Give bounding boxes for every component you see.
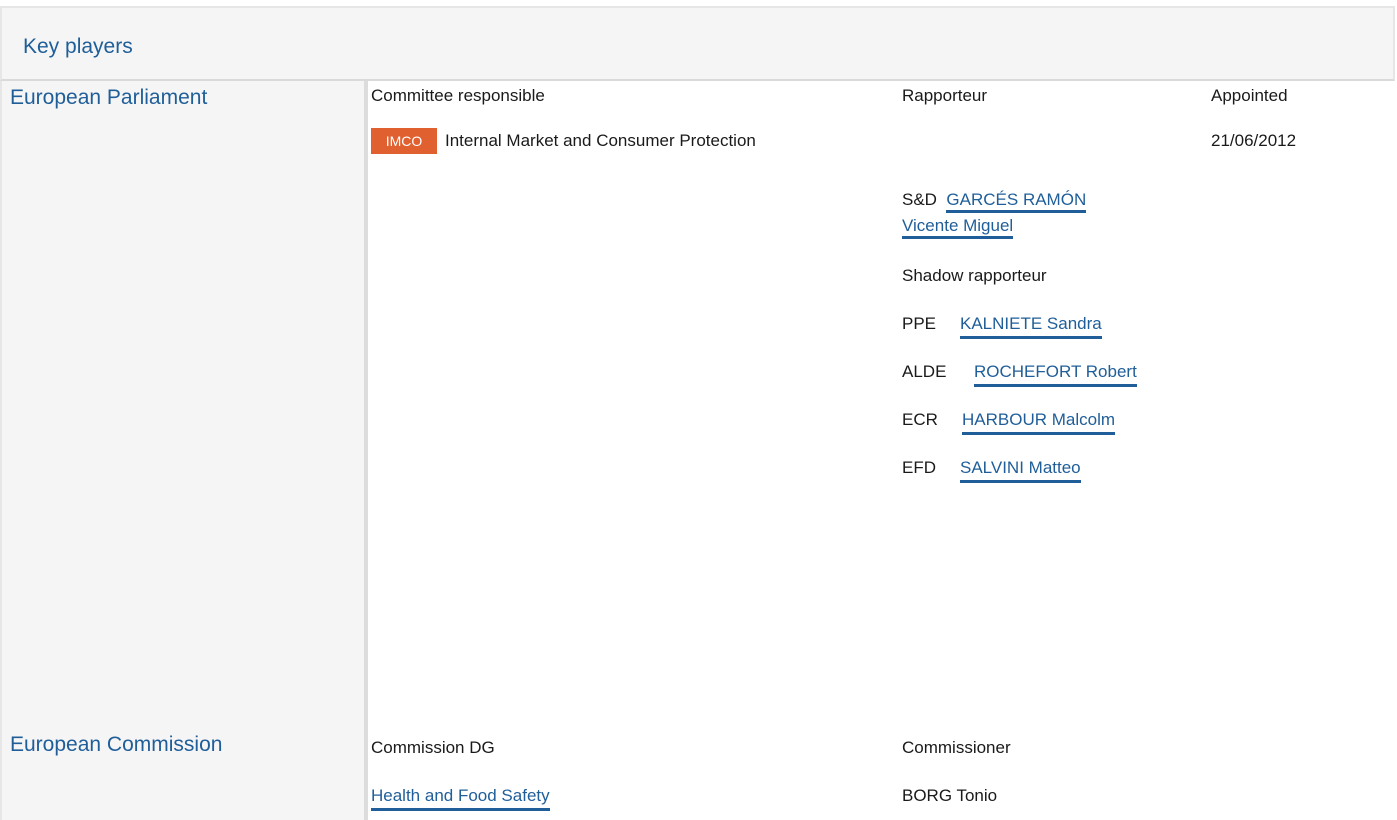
shadow-group-ppe: PPE bbox=[902, 314, 937, 333]
commissioner-header: Commissioner bbox=[902, 738, 1011, 757]
commissioner-name: BORG Tonio bbox=[902, 786, 998, 805]
rapporteur-name-link-line2[interactable]: Vicente Miguel bbox=[902, 216, 1014, 239]
committee-name: Internal Market and Consumer Protection bbox=[445, 131, 756, 150]
shadow-link-kalniete[interactable]: KALNIETE Sandra bbox=[960, 314, 1102, 339]
rapporteur-name-link[interactable]: GARCÉS RAMÓN bbox=[946, 190, 1087, 213]
rapporteur-group: S&D bbox=[902, 190, 937, 209]
commission-dg-header: Commission DG bbox=[371, 738, 495, 757]
shadow-group-alde: ALDE bbox=[902, 362, 947, 381]
european-commission-label: European Commission bbox=[10, 733, 223, 756]
shadow-link-salvini[interactable]: SALVINI Matteo bbox=[960, 458, 1081, 483]
appointed-header: Appointed bbox=[1211, 86, 1288, 105]
shadow-group-efd: EFD bbox=[902, 458, 936, 477]
rapporteur-block: S&D GARCÉS RAMÓN Vicente Miguel bbox=[902, 187, 1152, 239]
european-parliament-label: European Parliament bbox=[10, 86, 208, 109]
dg-health-food-safety-link[interactable]: Health and Food Safety bbox=[371, 786, 550, 811]
institution-column: European Parliament European Commission bbox=[0, 81, 368, 820]
appointed-date: 21/06/2012 bbox=[1211, 131, 1297, 150]
shadow-link-rochefort[interactable]: ROCHEFORT Robert bbox=[974, 362, 1137, 387]
committee-responsible-header: Committee responsible bbox=[371, 86, 545, 105]
shadow-link-harbour[interactable]: HARBOUR Malcolm bbox=[962, 410, 1116, 435]
rapporteur-header: Rapporteur bbox=[902, 86, 988, 105]
key-players-page: Key players European Parliament European… bbox=[0, 0, 1397, 820]
shadow-group-ecr: ECR bbox=[902, 410, 938, 429]
shadow-rapporteur-header: Shadow rapporteur bbox=[902, 266, 1047, 285]
key-players-header: Key players bbox=[0, 6, 1395, 81]
committee-code-badge: IMCO bbox=[371, 128, 437, 154]
key-players-title: Key players bbox=[23, 35, 133, 58]
